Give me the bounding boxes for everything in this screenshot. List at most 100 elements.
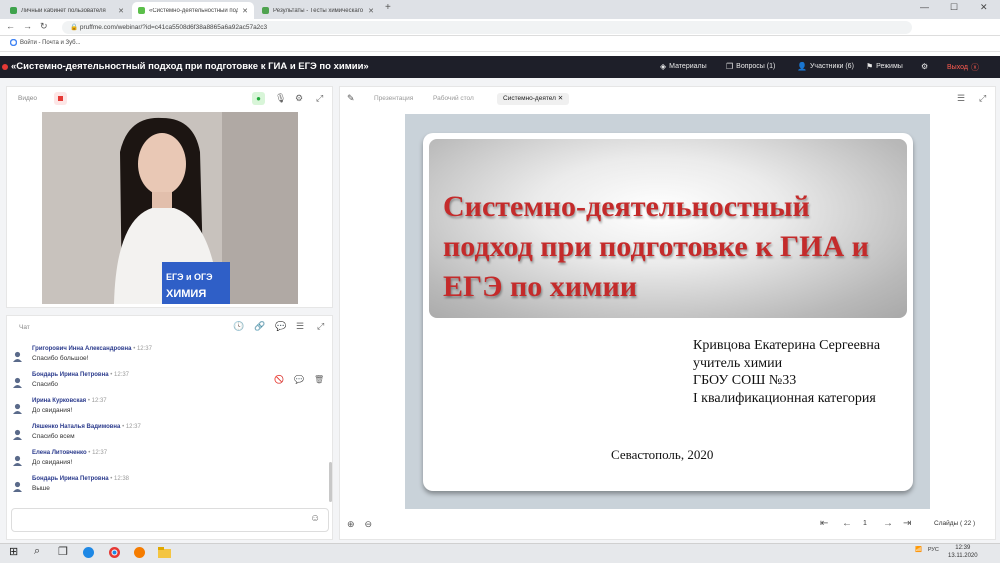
close-tab-icon[interactable]: ✕: [242, 7, 248, 15]
site-favicon-icon: [138, 7, 145, 14]
chat-message-input[interactable]: [11, 508, 329, 532]
tab-document[interactable]: Системно-деятел ✕: [497, 93, 570, 105]
microphone-icon[interactable]: 🎙: [275, 93, 286, 104]
last-slide-icon[interactable]: ⇥: [903, 518, 911, 529]
exit-button[interactable]: Выход ⓧ: [947, 62, 979, 73]
back-arrow-icon[interactable]: ←: [6, 21, 15, 31]
bookmark-item[interactable]: Войти - Почта и Зуб...: [10, 39, 81, 46]
expand-icon[interactable]: ⤢: [317, 321, 324, 332]
chat-message: Бондарь Ирина Петровна • 12:38 Выше: [12, 476, 312, 500]
exit-icon: ⓧ: [970, 63, 979, 72]
chrome-browser-icon[interactable]: [108, 546, 121, 559]
pencil-icon[interactable]: ✎: [347, 93, 355, 104]
forward-arrow-icon[interactable]: →: [23, 21, 32, 31]
browser-tab-cabinet[interactable]: Личный кабинет пользователя ✕: [4, 2, 130, 19]
book-title-bottom: ХИМИЯ: [166, 288, 207, 300]
next-slide-icon[interactable]: →: [883, 518, 893, 529]
reply-icon[interactable]: 💬: [294, 375, 304, 384]
file-explorer-icon[interactable]: [158, 547, 171, 558]
firefox-browser-icon[interactable]: [133, 546, 146, 559]
stop-broadcast-button[interactable]: [54, 92, 67, 105]
menu-icon[interactable]: ☰: [296, 321, 304, 332]
language-indicator[interactable]: РУС: [928, 547, 939, 553]
zoom-out-icon[interactable]: ⊖: [365, 519, 373, 530]
slide-author-line: учитель химии: [693, 356, 783, 371]
slides-count: Слайды ( 22 ): [934, 520, 976, 527]
chat-bubble-icon[interactable]: 💬: [275, 321, 286, 332]
close-tab-icon[interactable]: ✕: [558, 95, 563, 102]
bookmarks-bar: [0, 36, 1000, 52]
user-icon: 👤: [797, 62, 807, 71]
expand-icon[interactable]: ⤢: [979, 93, 986, 104]
slide-author-line: Кривцова Екатерина Сергеевна: [693, 338, 881, 353]
slide-author-line: ГБОУ СОШ №33: [693, 373, 797, 388]
search-icon[interactable]: ⌕: [34, 545, 40, 558]
chat-message: Ляшенко Наталья Вадимовна • 12:37 Спасиб…: [12, 424, 312, 448]
windows-start-icon[interactable]: ⊞: [9, 545, 18, 558]
first-slide-icon[interactable]: ⇤: [820, 518, 828, 529]
zoom-controls: ⊕ ⊖: [347, 519, 372, 530]
layers-icon: ◈: [660, 62, 667, 71]
clock-icon[interactable]: 🕓: [233, 321, 244, 332]
system-tray: 📶 РУС: [915, 547, 939, 553]
emoji-icon[interactable]: ☺: [310, 513, 320, 524]
menu-icon[interactable]: ☰: [957, 93, 965, 104]
tab-desktop[interactable]: Рабочий стол: [427, 93, 480, 105]
user-avatar-icon: [13, 429, 22, 440]
recording-indicator-icon: [2, 64, 8, 70]
page-number[interactable]: 1: [863, 520, 867, 527]
minimize-button[interactable]: —: [920, 2, 929, 12]
windows-taskbar: [0, 543, 1000, 563]
modes-button[interactable]: ⚑ Режимы: [866, 62, 903, 71]
new-tab-button[interactable]: +: [385, 2, 391, 13]
delete-icon[interactable]: 🗑: [314, 375, 324, 384]
task-view-icon[interactable]: ❐: [58, 545, 68, 558]
url-field[interactable]: 🔒 pruffme.com/webinar/?id=c41ca5508d6f38…: [62, 21, 912, 34]
chat-message: Григорович Инна Александровна • 12:37 Сп…: [12, 346, 312, 370]
chat-label: Чат: [19, 324, 30, 331]
participants-button[interactable]: 👤 Участники (6): [797, 62, 854, 71]
questions-button[interactable]: ❐ Вопросы (1): [726, 62, 775, 71]
camera-status-icon[interactable]: ●: [252, 92, 265, 105]
maximize-button[interactable]: ☐: [950, 2, 958, 13]
settings-button[interactable]: ⚙: [921, 62, 928, 71]
stop-icon: [58, 96, 63, 101]
expand-icon[interactable]: ⤢: [316, 93, 323, 104]
chat-message: Елена Литовченко • 12:37 До свидания!: [12, 450, 312, 474]
mute-user-icon[interactable]: 🚫: [274, 375, 284, 384]
chat-scrollbar[interactable]: [329, 462, 332, 502]
close-tab-icon[interactable]: ✕: [118, 7, 124, 15]
site-favicon-icon: [262, 7, 269, 14]
user-avatar-icon: [13, 481, 22, 492]
slide-title: Системно-деятельностный подход при подго…: [443, 190, 869, 303]
close-tab-icon[interactable]: ✕: [368, 7, 374, 15]
gear-icon: ⚙: [921, 62, 929, 71]
edge-browser-icon[interactable]: [82, 546, 95, 559]
network-icon[interactable]: 📶: [915, 547, 922, 553]
google-icon: [10, 39, 17, 46]
chat-message: Ирина Курковская • 12:37 До свидания!: [12, 398, 312, 422]
lock-icon: 🔒: [70, 24, 80, 31]
book-title-top: ЕГЭ и ОГЭ: [166, 272, 213, 282]
materials-button[interactable]: ◈ Материалы: [660, 62, 707, 71]
reload-icon[interactable]: ↻: [40, 21, 48, 32]
slide-footer: Севастополь, 2020: [611, 447, 714, 462]
tab-presentation[interactable]: Презентация: [368, 93, 419, 105]
user-avatar-icon: [13, 455, 22, 466]
zoom-in-icon[interactable]: ⊕: [347, 519, 355, 530]
gear-icon[interactable]: ⚙: [295, 93, 303, 104]
user-avatar-icon: [13, 403, 22, 414]
close-window-button[interactable]: ✕: [980, 2, 988, 13]
taskbar-clock[interactable]: 12:39 13.11.2020: [948, 544, 978, 560]
video-label: Видео: [18, 95, 37, 102]
message-actions: 🚫 💬 🗑: [274, 375, 324, 384]
previous-slide-icon[interactable]: ←: [842, 518, 852, 529]
browser-tab-webinar[interactable]: «Системно-деятельностный подх ✕: [132, 2, 254, 19]
user-avatar-icon: [13, 377, 22, 388]
slide-author-line: I квалификационная категория: [693, 391, 876, 406]
link-icon[interactable]: 🔗: [254, 321, 265, 332]
browser-tab-results[interactable]: Результаты - Тесты химическаго ✕: [256, 2, 380, 19]
user-avatar-icon: [13, 351, 22, 362]
webinar-title: «Системно-деятельностный подход при подг…: [11, 61, 369, 72]
site-favicon-icon: [10, 7, 17, 14]
